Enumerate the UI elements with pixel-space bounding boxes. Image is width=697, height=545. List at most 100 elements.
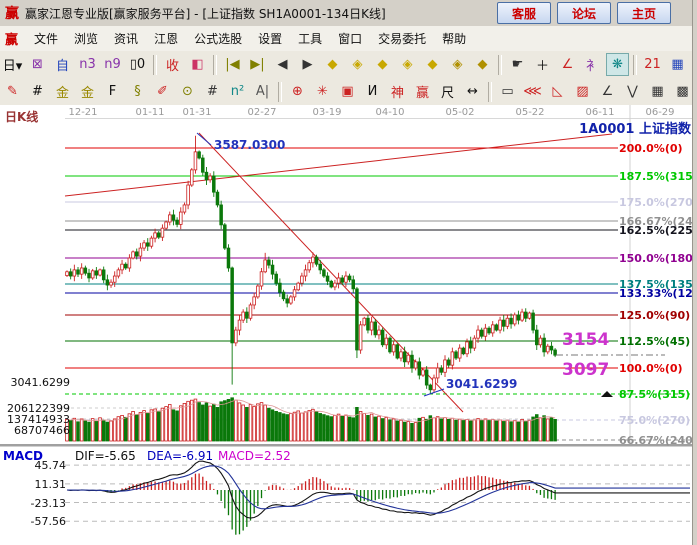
square-n-tool-icon[interactable]: n² <box>226 80 249 103</box>
rect-tool-icon[interactable]: ▭ <box>496 80 519 103</box>
gann-grid-red-tool-icon[interactable]: ▨ <box>571 80 594 103</box>
ray-fan-tool-icon[interactable]: ⋘ <box>521 80 544 103</box>
macd-dif-line <box>67 461 690 518</box>
ai-tool-icon[interactable]: ❋ <box>606 53 629 76</box>
menu-item-7[interactable]: 窗口 <box>330 27 370 50</box>
step-forward-icon[interactable]: ▶ <box>296 53 319 76</box>
forum-button[interactable]: 论坛 <box>557 2 611 24</box>
gann-level-label-5: 150.0%(180) <box>619 252 697 265</box>
menu-item-5[interactable]: 设置 <box>250 27 290 50</box>
pattern-tool-icon[interactable]: ⊠ <box>26 53 49 76</box>
gann-wheel-tool-icon[interactable]: 衤 <box>581 53 604 76</box>
gann-diamond-5-icon[interactable]: ◆ <box>421 53 444 76</box>
star-tool-icon[interactable]: ✳ <box>311 80 334 103</box>
hash-tool-icon[interactable]: # <box>201 80 224 103</box>
menu-item-8[interactable]: 交易委托 <box>370 27 434 50</box>
text-tool-icon[interactable]: A| <box>251 80 274 103</box>
gann-diamond-1-icon[interactable]: ◆ <box>321 53 344 76</box>
calculator-tool-icon[interactable]: ▦ <box>666 53 689 76</box>
date-tick-9: 06-29 <box>638 107 682 118</box>
date-tick-6: 05-02 <box>438 107 482 118</box>
step-back-icon[interactable]: ◀ <box>271 53 294 76</box>
date-tick-7: 05-22 <box>508 107 552 118</box>
macd-dea-value: DEA=-6.91 <box>147 449 213 463</box>
grid-a-tool-icon[interactable]: ▦ <box>646 80 669 103</box>
circle-cross-tool-icon[interactable]: ⊕ <box>286 80 309 103</box>
gold-grid-2-icon[interactable]: 金 <box>76 80 99 103</box>
macd-hist-value: MACD=2.52 <box>218 449 291 463</box>
favorite-tool-icon[interactable]: 收 <box>161 53 184 76</box>
menubar: 赢 文件浏览资讯江恩公式选股设置工具窗口交易委托帮助 <box>0 26 697 52</box>
v-lines-tool-icon[interactable]: ⋁ <box>621 80 644 103</box>
calendar-tool-icon[interactable]: 21 <box>641 53 664 76</box>
menu-item-6[interactable]: 工具 <box>290 27 330 50</box>
toolbar-separator <box>498 55 502 75</box>
toolbar-separator <box>153 55 157 75</box>
chart-canvas[interactable] <box>0 105 697 545</box>
wave-tool-icon[interactable]: И <box>361 80 384 103</box>
win-tool-icon[interactable]: 赢 <box>411 80 434 103</box>
angle-tool-icon[interactable]: ∠ <box>556 53 579 76</box>
shen-tool-icon[interactable]: 神 <box>386 80 409 103</box>
pane-title: 日K线 <box>5 108 38 125</box>
toolbar-drawing: ✎#金金F§✐⊙#n²A|⊕✳▣И神赢尺↔▭⋘◺▨∠⋁▦▩⋰☰ <box>0 78 697 106</box>
spiral-tool-icon[interactable]: § <box>126 80 149 103</box>
homepage-button[interactable]: 主页 <box>617 2 671 24</box>
grid-b-tool-icon[interactable]: ▩ <box>671 80 694 103</box>
gold-grid-1-icon[interactable]: 金 <box>51 80 74 103</box>
gann-target-lower: 3097 <box>562 360 609 380</box>
menu-item-9[interactable]: 帮助 <box>434 27 474 50</box>
macd-axis-label-0: 45.74 <box>0 459 66 472</box>
gann-level-label-1: 187.5%(315) <box>619 170 697 183</box>
gann-diamond-6-icon[interactable]: ◈ <box>446 53 469 76</box>
gann-level-label-10: 100.0%(0) <box>619 362 683 375</box>
square-tool-icon[interactable]: ▣ <box>336 80 359 103</box>
gann-diamond-7-icon[interactable]: ◆ <box>471 53 494 76</box>
menu-item-3[interactable]: 江恩 <box>146 27 186 50</box>
date-tick-1: 01-11 <box>128 107 172 118</box>
toolbar-main: 日▾⊠自n3n9▯0收◧|◀▶|◀▶◆◈◆◈◆◈◆☛＋∠衤❋21▦▤◩⊞ <box>0 51 697 79</box>
span-tool-icon[interactable]: ↔ <box>461 80 484 103</box>
measure-pen-tool-icon[interactable]: ✐ <box>151 80 174 103</box>
date-tick-8: 06-11 <box>578 107 622 118</box>
info-tool-icon[interactable]: 自 <box>51 53 74 76</box>
application-window: 赢 赢家江恩专业版[赢家服务平台] - [上证指数 SH1A0001-134日K… <box>0 0 697 545</box>
menu-item-4[interactable]: 公式选股 <box>186 27 250 50</box>
toolbar-separator <box>278 82 282 102</box>
gann-level-label-12: 75.0%(270) <box>619 414 690 427</box>
grid-ruler-tool-icon[interactable]: # <box>26 80 49 103</box>
crosshair-tool-icon[interactable]: ＋ <box>531 53 554 76</box>
gann-diamond-2-icon[interactable]: ◈ <box>346 53 369 76</box>
f-grid-tool-icon[interactable]: F <box>101 80 124 103</box>
bars-3-icon[interactable]: n3 <box>76 53 99 76</box>
gann-diamond-3-icon[interactable]: ◆ <box>371 53 394 76</box>
time-cycle-tool-icon[interactable]: ⊙ <box>176 80 199 103</box>
ruler-123-tool-icon[interactable]: 尺 <box>436 80 459 103</box>
candle-style-icon[interactable]: ▯0 <box>126 53 149 76</box>
pencil-tool-icon[interactable]: ✎ <box>1 80 24 103</box>
gann-diamond-4-icon[interactable]: ◈ <box>396 53 419 76</box>
high-pointer-line <box>197 133 211 145</box>
toolbar-separator <box>213 55 217 75</box>
customer-service-button[interactable]: 客服 <box>497 2 551 24</box>
hand-tool-icon[interactable]: ☛ <box>506 53 529 76</box>
step-last-icon[interactable]: ▶| <box>246 53 269 76</box>
bars-9-icon[interactable]: n9 <box>101 53 124 76</box>
period-daily-icon[interactable]: 日▾ <box>1 53 24 76</box>
toolbar-separator <box>633 55 637 75</box>
menu-item-1[interactable]: 浏览 <box>66 27 106 50</box>
trendline-0 <box>65 134 612 196</box>
angle-lines-tool-icon[interactable]: ∠ <box>596 80 619 103</box>
gann-fan-tool-icon[interactable]: ◺ <box>546 80 569 103</box>
chart-type-icon[interactable]: ◧ <box>186 53 209 76</box>
gann-target-upper: 3154 <box>562 330 609 350</box>
date-tick-3: 02-27 <box>240 107 284 118</box>
gann-level-label-2: 175.0%(270) <box>619 196 697 209</box>
macd-dif-value: DIF=-5.65 <box>75 449 136 463</box>
candlestick-series[interactable] <box>66 136 557 395</box>
chart-area[interactable]: 日K线 1A0001 上证指数 3587.0300 3041.6299 3154… <box>0 105 697 545</box>
gann-lines <box>65 148 690 440</box>
menu-item-2[interactable]: 资讯 <box>106 27 146 50</box>
menu-item-0[interactable]: 文件 <box>26 27 66 50</box>
step-first-icon[interactable]: |◀ <box>221 53 244 76</box>
